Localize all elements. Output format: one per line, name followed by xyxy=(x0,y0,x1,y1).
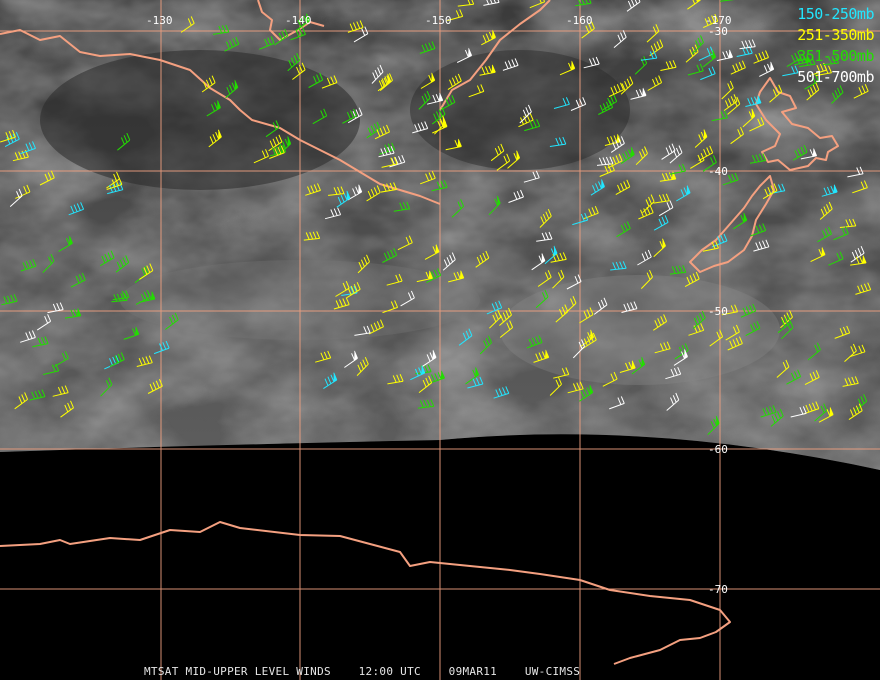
footer-source: UW-CIMSS xyxy=(524,665,581,678)
lat-label: -30 xyxy=(708,25,728,38)
legend-item-351-500: 351-500mb xyxy=(797,47,874,65)
map-canvas xyxy=(0,0,880,680)
lat-label: -70 xyxy=(708,583,728,596)
satellite-wind-map: -130 -140 -150 -160 -170 -30 -40 -50 -60… xyxy=(0,0,880,680)
lon-label: -140 xyxy=(285,14,312,27)
legend-item-150-250: 150-250mb xyxy=(797,5,874,23)
lat-label: -50 xyxy=(708,305,728,318)
lat-label: -60 xyxy=(708,443,728,456)
footer-date: 09MAR11 xyxy=(448,665,498,678)
footer-caption: MTSAT MID-UPPER LEVEL WINDS 12:00 UTC 09… xyxy=(144,665,580,678)
legend-item-251-350: 251-350mb xyxy=(797,26,874,44)
lon-label: -150 xyxy=(425,14,452,27)
lon-label: -160 xyxy=(566,14,593,27)
lat-label: -40 xyxy=(708,165,728,178)
lon-label: -130 xyxy=(146,14,173,27)
footer-time: 12:00 UTC xyxy=(358,665,421,678)
footer-product: MTSAT MID-UPPER LEVEL WINDS xyxy=(144,665,331,678)
legend-item-501-700: 501-700mb xyxy=(797,68,874,86)
